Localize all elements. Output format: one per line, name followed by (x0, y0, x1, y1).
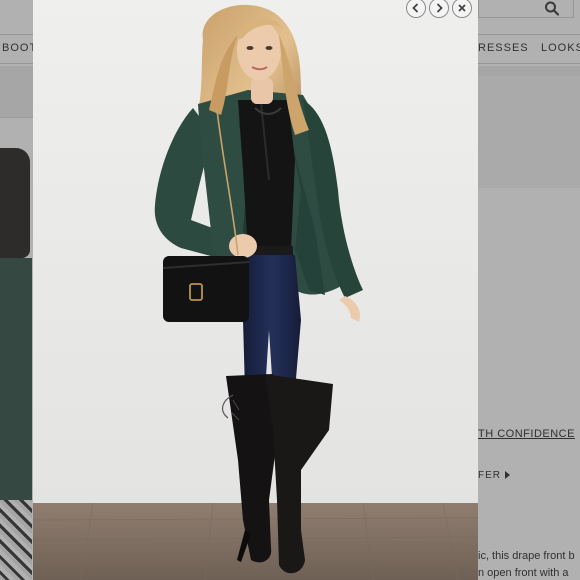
chevron-left-icon (412, 3, 419, 13)
chevron-right-icon (436, 3, 443, 13)
close-icon (458, 4, 466, 12)
product-photo (33, 0, 478, 580)
lightbox (33, 0, 478, 580)
